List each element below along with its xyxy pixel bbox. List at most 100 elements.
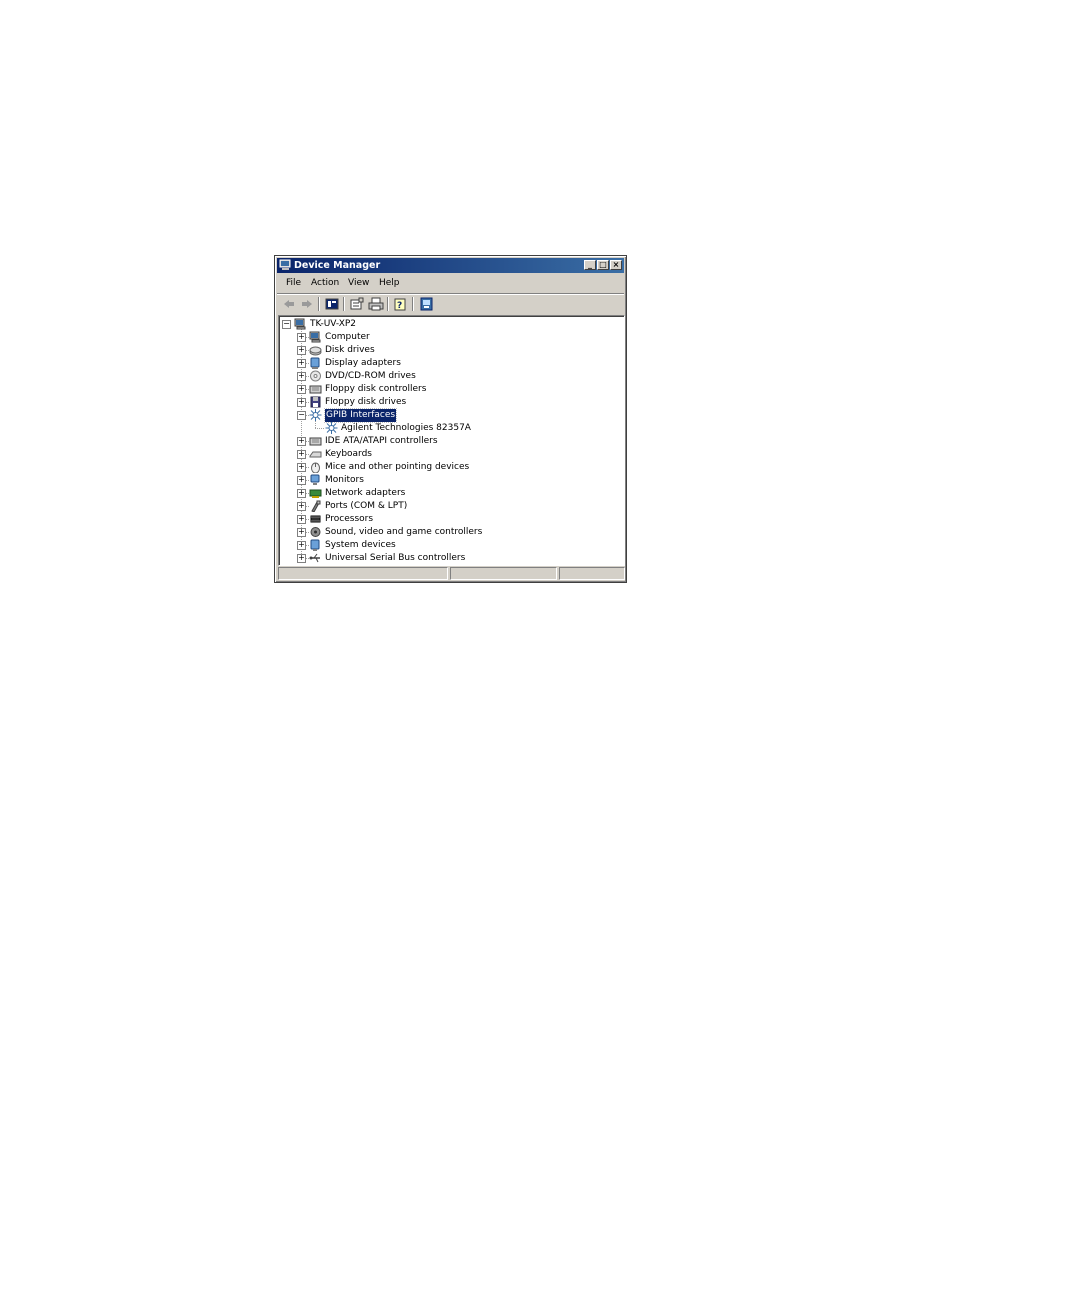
collapse-toggle[interactable]: −: [297, 411, 306, 420]
minimize-button[interactable]: _: [584, 260, 596, 270]
expand-toggle[interactable]: +: [297, 541, 306, 550]
tree-category[interactable]: + Floppy disk drives: [279, 396, 619, 409]
tree-category[interactable]: + Disk drives: [279, 344, 619, 357]
expand-toggle[interactable]: +: [297, 333, 306, 342]
expand-toggle[interactable]: +: [297, 476, 306, 485]
controller-icon: [309, 383, 322, 395]
tree-item-label: GPIB Interfaces: [323, 408, 398, 423]
menu-view[interactable]: View: [348, 278, 369, 288]
maximize-button[interactable]: □: [597, 260, 609, 270]
help-button[interactable]: ?: [393, 297, 409, 311]
monitor-icon: [310, 474, 320, 485]
tree-category[interactable]: + Floppy disk controllers: [279, 383, 619, 396]
gpib-icon: [309, 409, 322, 421]
expand-toggle[interactable]: +: [297, 437, 306, 446]
tree-category[interactable]: + Keyboards: [279, 448, 619, 461]
usb-icon: [309, 552, 322, 564]
window-title: Device Manager: [294, 260, 381, 271]
tree-item-label: Network adapters: [325, 488, 406, 498]
network-adapter-icon: [309, 487, 322, 499]
tree-item-label: Disk drives: [325, 345, 375, 355]
toolbar-separator: [318, 297, 320, 311]
tree-category[interactable]: + Monitors: [279, 474, 619, 487]
help-icon: ?: [394, 298, 406, 311]
expand-toggle[interactable]: +: [297, 346, 306, 355]
status-cell: [450, 567, 557, 580]
tree-category[interactable]: + Ports (COM & LPT): [279, 500, 619, 513]
tree-category[interactable]: + System devices: [279, 539, 619, 552]
toolbar-separator: [412, 297, 414, 311]
tree-item-label: System devices: [325, 540, 396, 550]
tree-category[interactable]: + Network adapters: [279, 487, 619, 500]
expand-toggle[interactable]: +: [297, 398, 306, 407]
display-adapter-icon: [310, 357, 320, 369]
mouse-icon: [309, 461, 322, 474]
tree-root[interactable]: − TK-UV-XP2: [279, 318, 619, 331]
tree-category[interactable]: + DVD/CD-ROM drives: [279, 370, 619, 383]
scan-hardware-icon: [420, 297, 433, 311]
port-icon: [311, 500, 321, 513]
monitor-icon: [309, 474, 322, 486]
title-bar[interactable]: Device Manager _ □ ×: [277, 258, 624, 273]
tree-category[interactable]: + Universal Serial Bus controllers: [279, 552, 619, 565]
tree-category[interactable]: + Processors: [279, 513, 619, 526]
expand-toggle[interactable]: +: [297, 372, 306, 381]
properties-icon: [350, 297, 364, 310]
system-device-icon: [310, 539, 320, 551]
tree-item-label: IDE ATA/ATAPI controllers: [325, 436, 438, 446]
tree-item-label: DVD/CD-ROM drives: [325, 371, 416, 381]
tree-item-label: Display adapters: [325, 358, 401, 368]
scan-hardware-button[interactable]: [419, 297, 435, 311]
tree-item-label: Ports (COM & LPT): [325, 501, 408, 511]
forward-button[interactable]: [299, 297, 315, 311]
tree-item-label: Monitors: [325, 475, 364, 485]
processor-icon: [309, 513, 322, 525]
controller-icon: [309, 437, 322, 446]
show-hide-console-tree-button[interactable]: [324, 297, 340, 311]
computer-icon: [309, 331, 322, 343]
keyboard-icon: [309, 448, 322, 460]
tree-category[interactable]: + Display adapters: [279, 357, 619, 370]
device-tree[interactable]: − TK-UV-XP2 + Computer + Disk drives + Display …: [278, 315, 625, 566]
tree-category[interactable]: + Computer: [279, 331, 619, 344]
tree-category[interactable]: + Mice and other pointing devices: [279, 461, 619, 474]
processor-icon: [310, 515, 321, 523]
properties-button[interactable]: [349, 297, 365, 311]
expand-toggle[interactable]: +: [297, 359, 306, 368]
disk-drive-icon: [309, 344, 322, 356]
gpib-icon: [325, 422, 338, 434]
expand-toggle[interactable]: +: [297, 554, 306, 563]
expand-toggle[interactable]: +: [297, 385, 306, 394]
back-arrow-icon: [284, 300, 294, 308]
controller-icon: [309, 435, 322, 447]
back-button[interactable]: [281, 297, 297, 311]
expand-toggle[interactable]: +: [297, 463, 306, 472]
expand-toggle[interactable]: +: [297, 515, 306, 524]
expand-toggle[interactable]: +: [297, 450, 306, 459]
tree-category[interactable]: − GPIB Interfaces: [279, 408, 619, 423]
status-cell: [278, 567, 448, 580]
floppy-icon: [309, 396, 322, 408]
expand-toggle[interactable]: +: [297, 502, 306, 511]
tree-item-label: Computer: [325, 332, 370, 342]
tree-category[interactable]: + Sound, video and game controllers: [279, 526, 619, 539]
print-button[interactable]: [368, 297, 384, 311]
forward-arrow-icon: [302, 300, 312, 308]
expand-toggle[interactable]: +: [297, 528, 306, 537]
gpib-icon: [309, 409, 322, 421]
menu-help[interactable]: Help: [379, 278, 400, 288]
mouse-icon: [311, 462, 320, 474]
tree-item-label: TK-UV-XP2: [310, 319, 357, 329]
computer-icon: [294, 318, 306, 330]
tree-category[interactable]: + IDE ATA/ATAPI controllers: [279, 435, 619, 448]
expand-toggle[interactable]: +: [297, 489, 306, 498]
menu-file[interactable]: File: [286, 278, 301, 288]
tree-device[interactable]: Agilent Technologies 82357A: [279, 422, 619, 435]
sound-icon: [310, 527, 321, 537]
tree-item-label: Keyboards: [325, 449, 372, 459]
menu-action[interactable]: Action: [311, 278, 339, 288]
floppy-icon: [310, 396, 321, 408]
collapse-toggle[interactable]: −: [282, 320, 291, 329]
tree-item-label: Agilent Technologies 82357A: [341, 423, 471, 433]
close-button[interactable]: ×: [610, 260, 622, 270]
